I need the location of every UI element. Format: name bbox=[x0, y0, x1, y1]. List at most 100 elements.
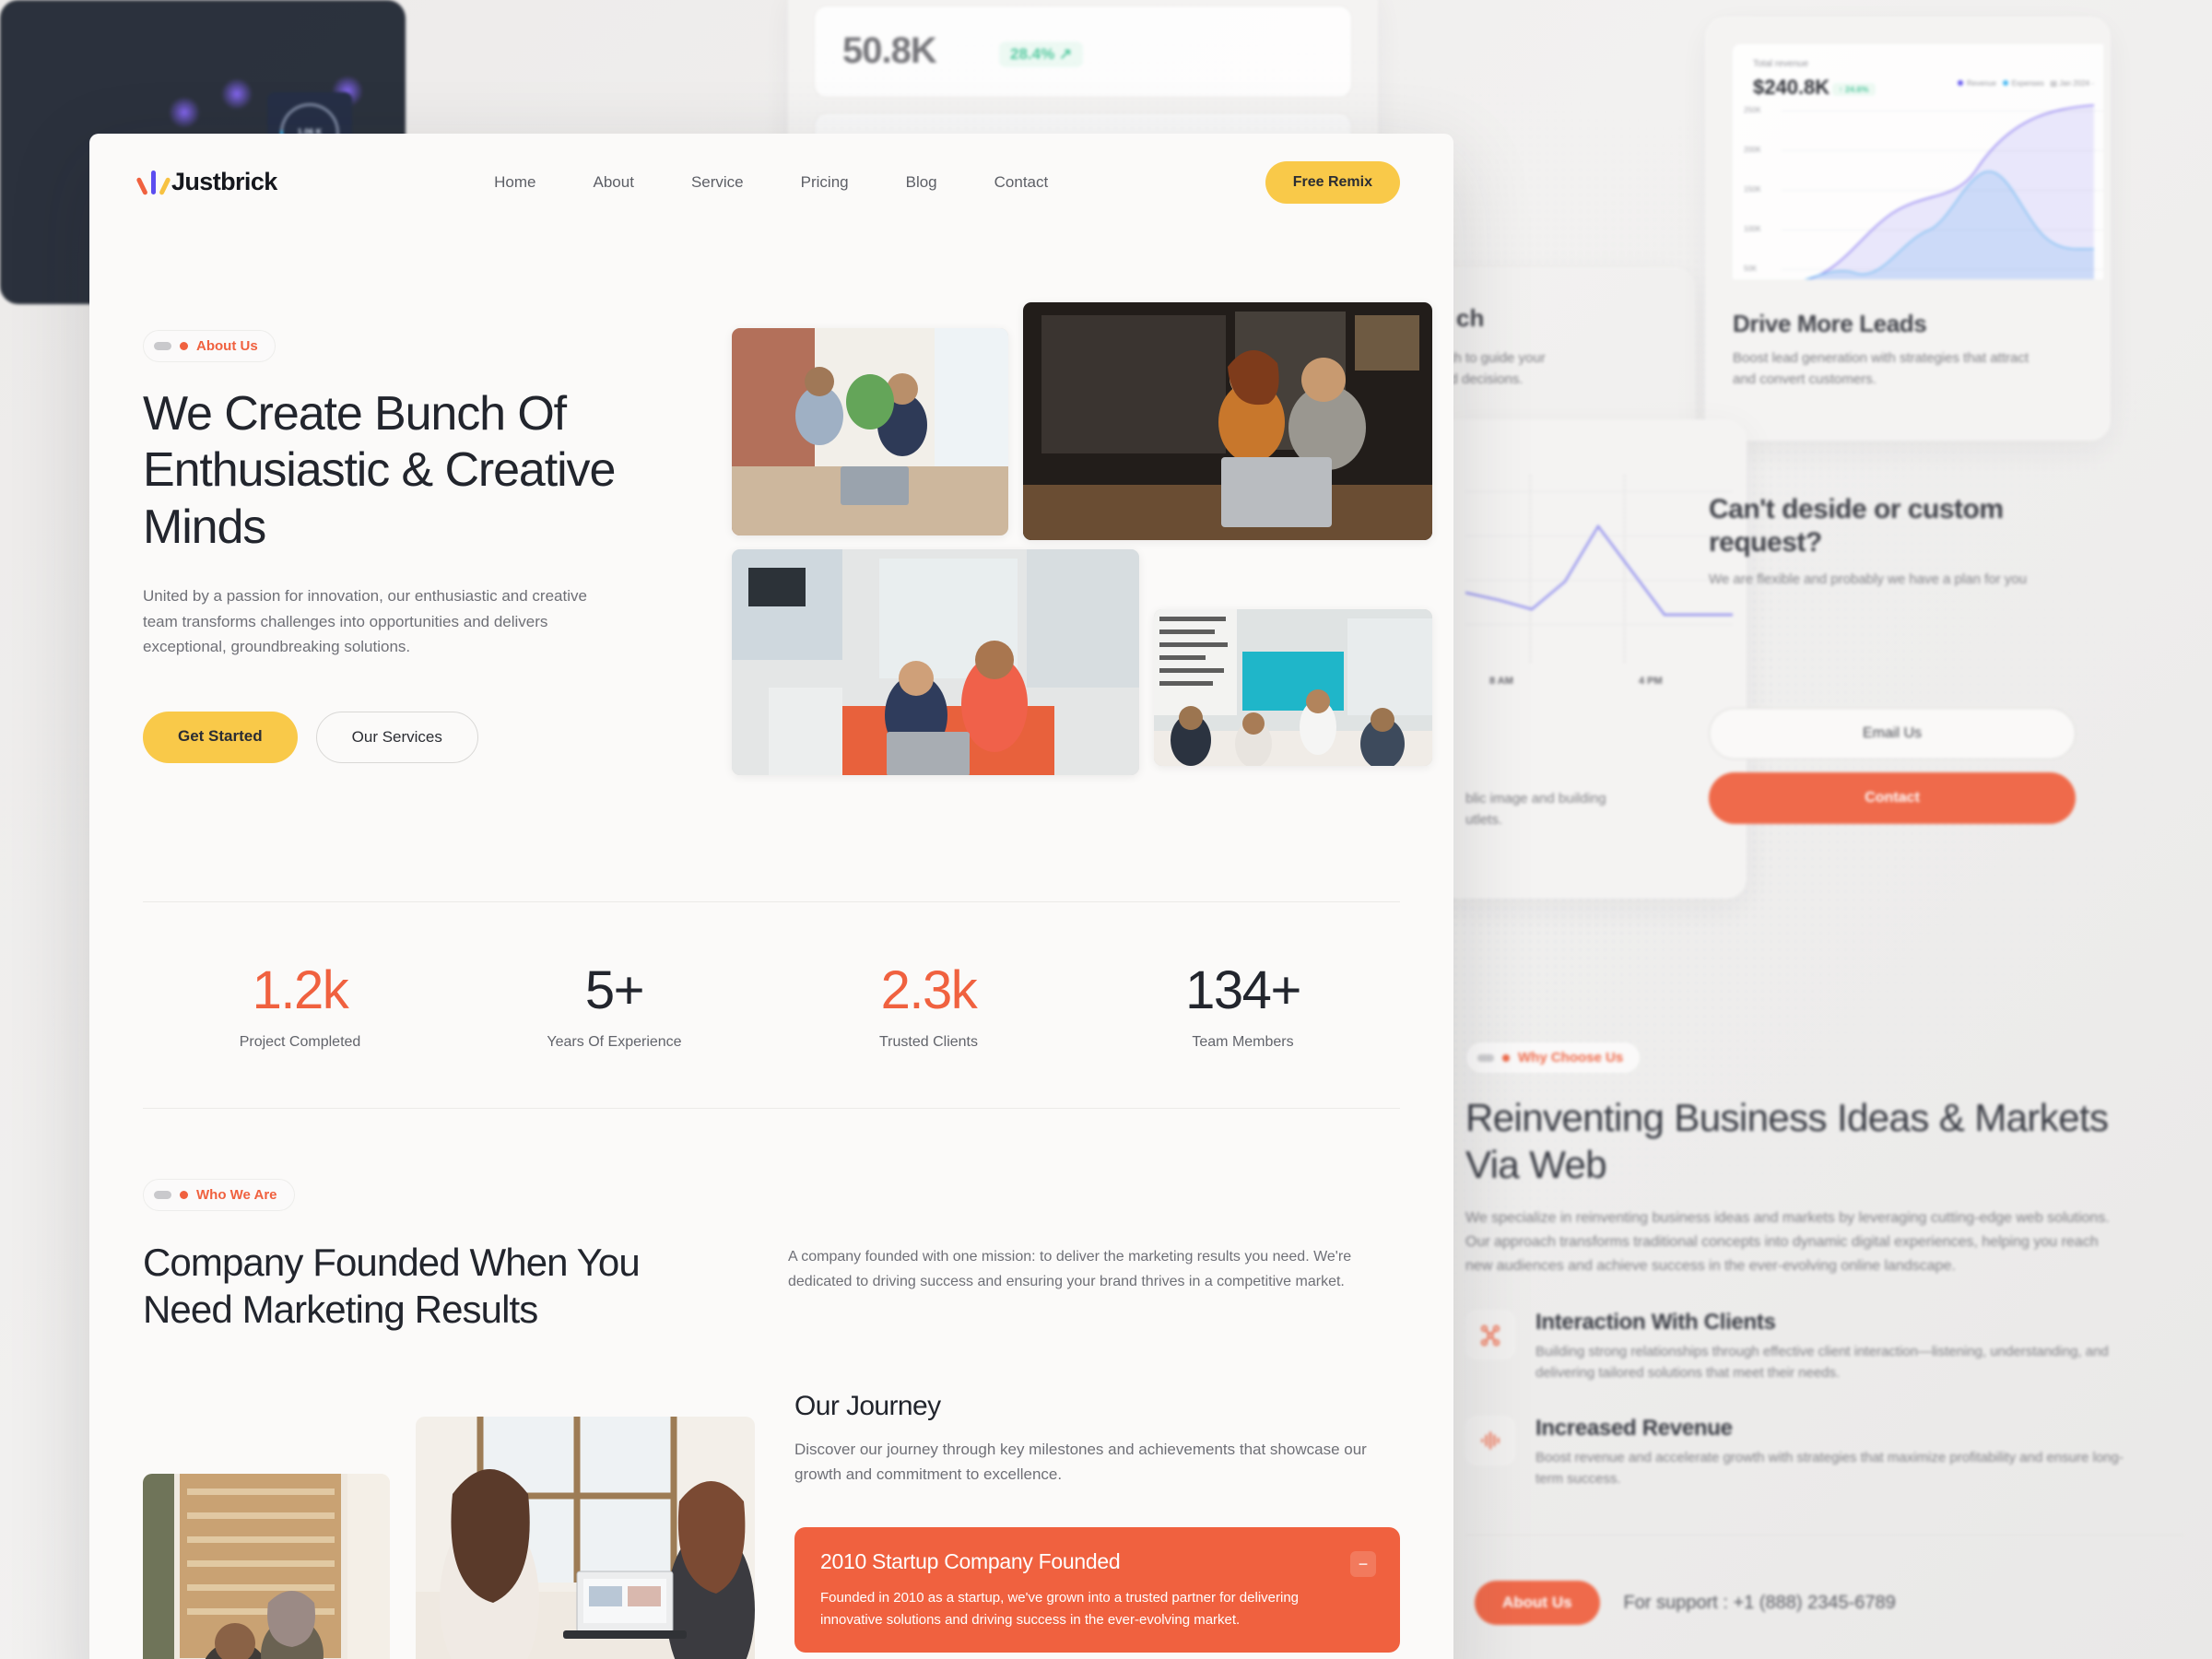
stat-item: 5+ Years Of Experience bbox=[457, 959, 771, 1051]
hero-badge: About Us bbox=[143, 330, 276, 362]
minus-icon[interactable]: − bbox=[1350, 1551, 1376, 1578]
who-we-are-badge-label: Who We Are bbox=[196, 1186, 277, 1203]
pill-bar-icon bbox=[154, 1190, 171, 1199]
why-choose-feature: Increased Revenue Boost revenue and acce… bbox=[1465, 1415, 2184, 1490]
who-we-are-header: Company Founded When You Need Marketing … bbox=[143, 1239, 1400, 1334]
line-chart-x-tick: 8 AM bbox=[1489, 676, 1513, 687]
revenue-chart-legend: Revenue Expenses ▤ Jan 2024 - bbox=[1957, 79, 2094, 88]
why-choose-badge: Why Choose Us bbox=[1465, 1041, 1641, 1074]
nav-item-contact[interactable]: Contact bbox=[994, 173, 1049, 192]
line-chart-x-tick: 4 PM bbox=[1639, 676, 1663, 687]
background-footer: About Us For support : +1 (888) 2345-678… bbox=[1475, 1581, 1896, 1625]
two-women-cafe-laptop-photo bbox=[143, 1473, 390, 1659]
stat-value: 5+ bbox=[584, 959, 645, 1020]
pill-dot-icon bbox=[180, 1190, 188, 1199]
map-glow-point bbox=[169, 97, 200, 128]
brand-logo[interactable]: Justbrick bbox=[135, 168, 277, 196]
who-we-are-heading: Company Founded When You Need Marketing … bbox=[143, 1240, 641, 1332]
calendar-icon: ▤ bbox=[2050, 79, 2057, 88]
hero-badge-label: About Us bbox=[196, 338, 258, 354]
nav-item-home[interactable]: Home bbox=[494, 173, 535, 192]
pill-dot-icon bbox=[180, 342, 188, 350]
footer-support-text: For support : +1 (888) 2345-6789 bbox=[1623, 1592, 1896, 1613]
background-cta-title: Can't deside or custom request? bbox=[1709, 494, 2004, 558]
hero-section: About Us We Create Bunch Of Enthusiastic… bbox=[89, 230, 1453, 775]
feature-body: Building strong relationships through ef… bbox=[1535, 1344, 2109, 1382]
free-remix-button[interactable]: Free Remix bbox=[1265, 160, 1400, 204]
hero-heading: We Create Bunch Of Enthusiastic & Creati… bbox=[143, 387, 616, 554]
team-highfive-meeting-photo bbox=[732, 328, 1009, 535]
nav-item-pricing[interactable]: Pricing bbox=[801, 173, 849, 192]
stat-item: 2.3k Trusted Clients bbox=[771, 959, 1086, 1051]
pill-bar-icon bbox=[1477, 1053, 1494, 1062]
stats-row: 1.2k Project Completed 5+ Years Of Exper… bbox=[89, 902, 1453, 1108]
hero-image-grid bbox=[732, 282, 1433, 775]
footer-about-us-badge[interactable]: About Us bbox=[1475, 1581, 1600, 1625]
journey-item-title: 2010 Startup Company Founded bbox=[820, 1549, 1121, 1574]
journey-title: Our Journey bbox=[794, 1390, 941, 1421]
email-us-button[interactable]: Email Us bbox=[1709, 708, 2076, 759]
journey-item-body: Founded in 2010 as a startup, we've grow… bbox=[820, 1590, 1300, 1628]
nav-item-blog[interactable]: Blog bbox=[906, 173, 937, 192]
main-page-panel: Justbrick Home About Service Pricing Blo… bbox=[89, 134, 1453, 1659]
stat-value: 134+ bbox=[1185, 959, 1301, 1020]
who-we-are-section: Who We Are Company Founded When You Need… bbox=[89, 1109, 1453, 1334]
revenue-chart-grid: 250K 200K 150K 100K 50K bbox=[1744, 104, 2103, 279]
journey-image-group bbox=[143, 1391, 755, 1659]
journey-content: Our Journey Discover our journey through… bbox=[794, 1391, 1400, 1659]
why-choose-lead: We specialize in reinventing business id… bbox=[1465, 1210, 2110, 1275]
site-navbar: Justbrick Home About Service Pricing Blo… bbox=[89, 134, 1453, 230]
hero-copy: About Us We Create Bunch Of Enthusiastic… bbox=[143, 282, 688, 763]
feature-title: Increased Revenue bbox=[1535, 1415, 1733, 1441]
revenue-area-chart bbox=[1804, 104, 2094, 279]
stat-label: Years Of Experience bbox=[547, 1033, 682, 1050]
background-cta-card: Can't deside or custom request? We are f… bbox=[1696, 461, 2111, 848]
two-women-desk-window-photo bbox=[416, 1416, 755, 1659]
background-line-card-body: blic image and building utlets. bbox=[1465, 791, 1606, 829]
journey-accordion-item[interactable]: − 2010 Startup Company Founded Founded i… bbox=[794, 1527, 1400, 1653]
stat-item: 134+ Team Members bbox=[1086, 959, 1400, 1051]
screenshot-root: 50.8K 28.4% ↗ ★Subscriptions ••• 1.06 K … bbox=[0, 0, 2212, 1659]
line-series bbox=[1465, 524, 1733, 617]
revenue-chart-delta: ↑ 24.6% bbox=[1832, 83, 1876, 96]
stat-label: Team Members bbox=[1192, 1033, 1294, 1050]
background-research-body: rch to guide your ed decisions. bbox=[1442, 350, 1546, 387]
feature-body: Boost revenue and accelerate growth with… bbox=[1535, 1449, 2124, 1487]
contact-button[interactable]: Contact bbox=[1709, 772, 2076, 824]
stat-label: Trusted Clients bbox=[879, 1033, 978, 1050]
who-we-are-paragraph: A company founded with one mission: to d… bbox=[788, 1248, 1352, 1289]
background-research-title: ch bbox=[1456, 304, 1485, 332]
revenue-chart-label: Total revenue bbox=[1753, 59, 1809, 69]
our-journey-section: Our Journey Discover our journey through… bbox=[89, 1334, 1453, 1659]
waveform-icon bbox=[1465, 1415, 1515, 1465]
background-cta-subtitle: We are flexible and probably we have a p… bbox=[1709, 571, 2027, 587]
hero-cta-row: Get Started Our Services bbox=[143, 711, 688, 763]
hero-subtext: United by a passion for innovation, our … bbox=[143, 587, 587, 656]
background-line-chart: 8 AM 4 PM bbox=[1465, 475, 1733, 687]
nav-item-about[interactable]: About bbox=[594, 173, 634, 192]
stat-label: Project Completed bbox=[239, 1033, 361, 1050]
revenue-chart-value: $240.8K bbox=[1753, 76, 1830, 99]
background-revenue-body: Boost lead generation with strategies th… bbox=[1733, 350, 2030, 387]
two-colleagues-laptop-cafe-photo bbox=[1023, 302, 1433, 540]
pill-bar-icon bbox=[154, 342, 171, 350]
nav-item-service[interactable]: Service bbox=[691, 173, 744, 192]
why-choose-heading: Reinventing Business Ideas & Markets Via… bbox=[1465, 1096, 2109, 1187]
feature-title: Interaction With Clients bbox=[1535, 1310, 1776, 1335]
stat-value: 1.2k bbox=[252, 959, 349, 1020]
our-services-button[interactable]: Our Services bbox=[315, 711, 478, 763]
background-revenue-card: Total revenue $240.8K ↑ 24.6% Revenue Ex… bbox=[1705, 17, 2111, 441]
who-we-are-badge: Who We Are bbox=[143, 1178, 295, 1211]
nav-links: Home About Service Pricing Blog Contact bbox=[494, 173, 1048, 192]
women-working-couch-office-photo bbox=[732, 549, 1140, 775]
network-nodes-icon bbox=[1465, 1310, 1515, 1360]
team-meeting-conference-room-photo bbox=[1154, 609, 1433, 766]
pill-dot-icon bbox=[1502, 1053, 1510, 1062]
get-started-button[interactable]: Get Started bbox=[143, 711, 298, 763]
justbrick-logo-icon bbox=[135, 169, 171, 196]
background-why-choose-section: Why Choose Us Reinventing Business Ideas… bbox=[1465, 1041, 2184, 1558]
stat-value: 2.3k bbox=[880, 959, 978, 1020]
why-choose-feature: Interaction With Clients Building strong… bbox=[1465, 1310, 2184, 1384]
background-revenue-chart: Total revenue $240.8K ↑ 24.6% Revenue Ex… bbox=[1733, 44, 2103, 279]
brand-name: Justbrick bbox=[171, 168, 277, 195]
